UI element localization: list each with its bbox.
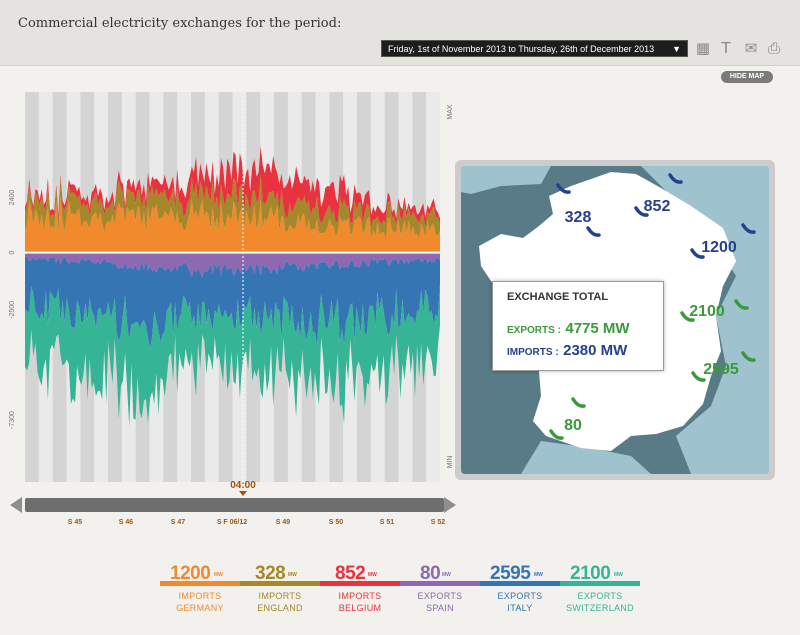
today-icon[interactable]: T (717, 38, 735, 58)
legend-label: IMPORTS BELGIUM (320, 590, 400, 614)
legend-label: EXPORTS SPAIN (400, 590, 480, 614)
legend-color-bar (480, 581, 560, 586)
x-tick-label: S 45 (68, 519, 83, 526)
y-tick-label: -7300 (9, 411, 16, 429)
legend-label: IMPORTS GERMANY (160, 590, 240, 614)
legend-country: SPAIN (426, 603, 454, 613)
legend-direction: IMPORTS (338, 591, 382, 601)
page-title: Commercial electricity exchanges for the… (18, 16, 342, 31)
imports-value: 2380 MW (563, 342, 628, 359)
exchange-total-box: EXCHANGE TOTAL EXPORTS : 4775 MW IMPORTS… (492, 281, 664, 371)
x-tick-label: S 49 (276, 519, 291, 526)
legend-country: ITALY (507, 603, 533, 613)
share-icon[interactable]: ✉ (742, 38, 760, 58)
map-value-label: 1200 (701, 239, 737, 256)
calendar-icon[interactable]: ▦ (694, 38, 712, 58)
legend-unit: MW (614, 572, 623, 578)
legend-label: IMPORTS ENGLAND (240, 590, 320, 614)
date-range-select[interactable]: Friday, 1st of November 2013 to Thursday… (381, 40, 688, 57)
legend-color-bar (240, 581, 320, 586)
legend-country: BELGIUM (338, 603, 382, 613)
legend-country: GERMANY (176, 603, 224, 613)
timeline-bar[interactable] (25, 498, 444, 512)
map-value-label: 80 (564, 417, 582, 434)
imports-label: IMPORTS : (507, 347, 559, 358)
y-tick-label: -2500 (9, 301, 16, 319)
legend-direction: EXPORTS (577, 591, 623, 601)
chevron-down-icon: ▼ (672, 44, 681, 54)
x-tick-label: S 50 (329, 519, 344, 526)
legend-label: EXPORTS SWITZERLAND (560, 590, 640, 614)
exports-value: 4775 MW (565, 320, 630, 337)
y-tick-label: MAX (447, 104, 454, 120)
legend-label: EXPORTS ITALY (480, 590, 560, 614)
date-range-value: Friday, 1st of November 2013 to Thursday… (388, 44, 655, 54)
hide-map-button[interactable]: HIDE MAP (721, 71, 773, 83)
y-tick-label: MIN (447, 456, 454, 469)
legend-country: SWITZERLAND (566, 603, 634, 613)
map-value-label: 328 (565, 209, 592, 226)
legend-color-bar (160, 581, 240, 586)
scroll-left-icon[interactable] (10, 497, 22, 513)
map-value-label: 2595 (703, 361, 739, 378)
legend-unit: MW (534, 572, 543, 578)
legend-country: ENGLAND (257, 603, 303, 613)
imports-row: IMPORTS : 2380 MW (507, 342, 627, 360)
neighbor-uk (461, 166, 551, 194)
legend-unit: MW (442, 572, 451, 578)
legend-color-bar (560, 581, 640, 586)
legend: 1200 MW IMPORTS GERMANY 328 MW IMPORTS ENGLAND 8… (160, 563, 640, 623)
legend-unit: MW (288, 572, 297, 578)
x-tick-label: S 51 (380, 519, 395, 526)
legend-unit: MW (368, 572, 377, 578)
y-tick-label: 0 (9, 251, 16, 255)
totals-title: EXCHANGE TOTAL (507, 291, 609, 303)
legend-direction: EXPORTS (497, 591, 543, 601)
timeline-scrollbar[interactable] (10, 497, 456, 513)
legend-direction: IMPORTS (258, 591, 302, 601)
map-value-label: 852 (644, 198, 671, 215)
x-tick-label: S F 06/12 (217, 519, 247, 526)
chart-svg: MAX 2400 0 -2500 -7300 MIN 04:00 S 45 S 46 S 47… (9, 92, 456, 526)
legend-unit: MW (214, 572, 223, 578)
x-tick-label: S 52 (431, 519, 446, 526)
print-icon[interactable]: ⎙ (765, 38, 783, 58)
x-axis: S 45 S 46 S 47 S F 06/12 S 49 S 50 S 51 S 52 (68, 519, 446, 526)
x-tick-label: S 46 (119, 519, 134, 526)
header: Commercial electricity exchanges for the… (0, 0, 800, 66)
legend-color-bar (400, 581, 480, 586)
y-tick-label: 2400 (9, 190, 16, 206)
legend-direction: EXPORTS (417, 591, 463, 601)
legend-direction: IMPORTS (178, 591, 222, 601)
legend-color-bar (320, 581, 400, 586)
map-value-label: 2100 (689, 303, 725, 320)
scroll-right-icon[interactable] (444, 497, 456, 513)
exports-row: EXPORTS : 4775 MW (507, 320, 630, 338)
exports-label: EXPORTS : (507, 325, 561, 336)
cursor-time-label: 04:00 (230, 480, 256, 491)
x-tick-label: S 47 (171, 519, 186, 526)
cursor-marker-icon (239, 491, 247, 496)
exchange-chart: MAX 2400 0 -2500 -7300 MIN 04:00 S 45 S 46 S 47… (0, 84, 460, 534)
